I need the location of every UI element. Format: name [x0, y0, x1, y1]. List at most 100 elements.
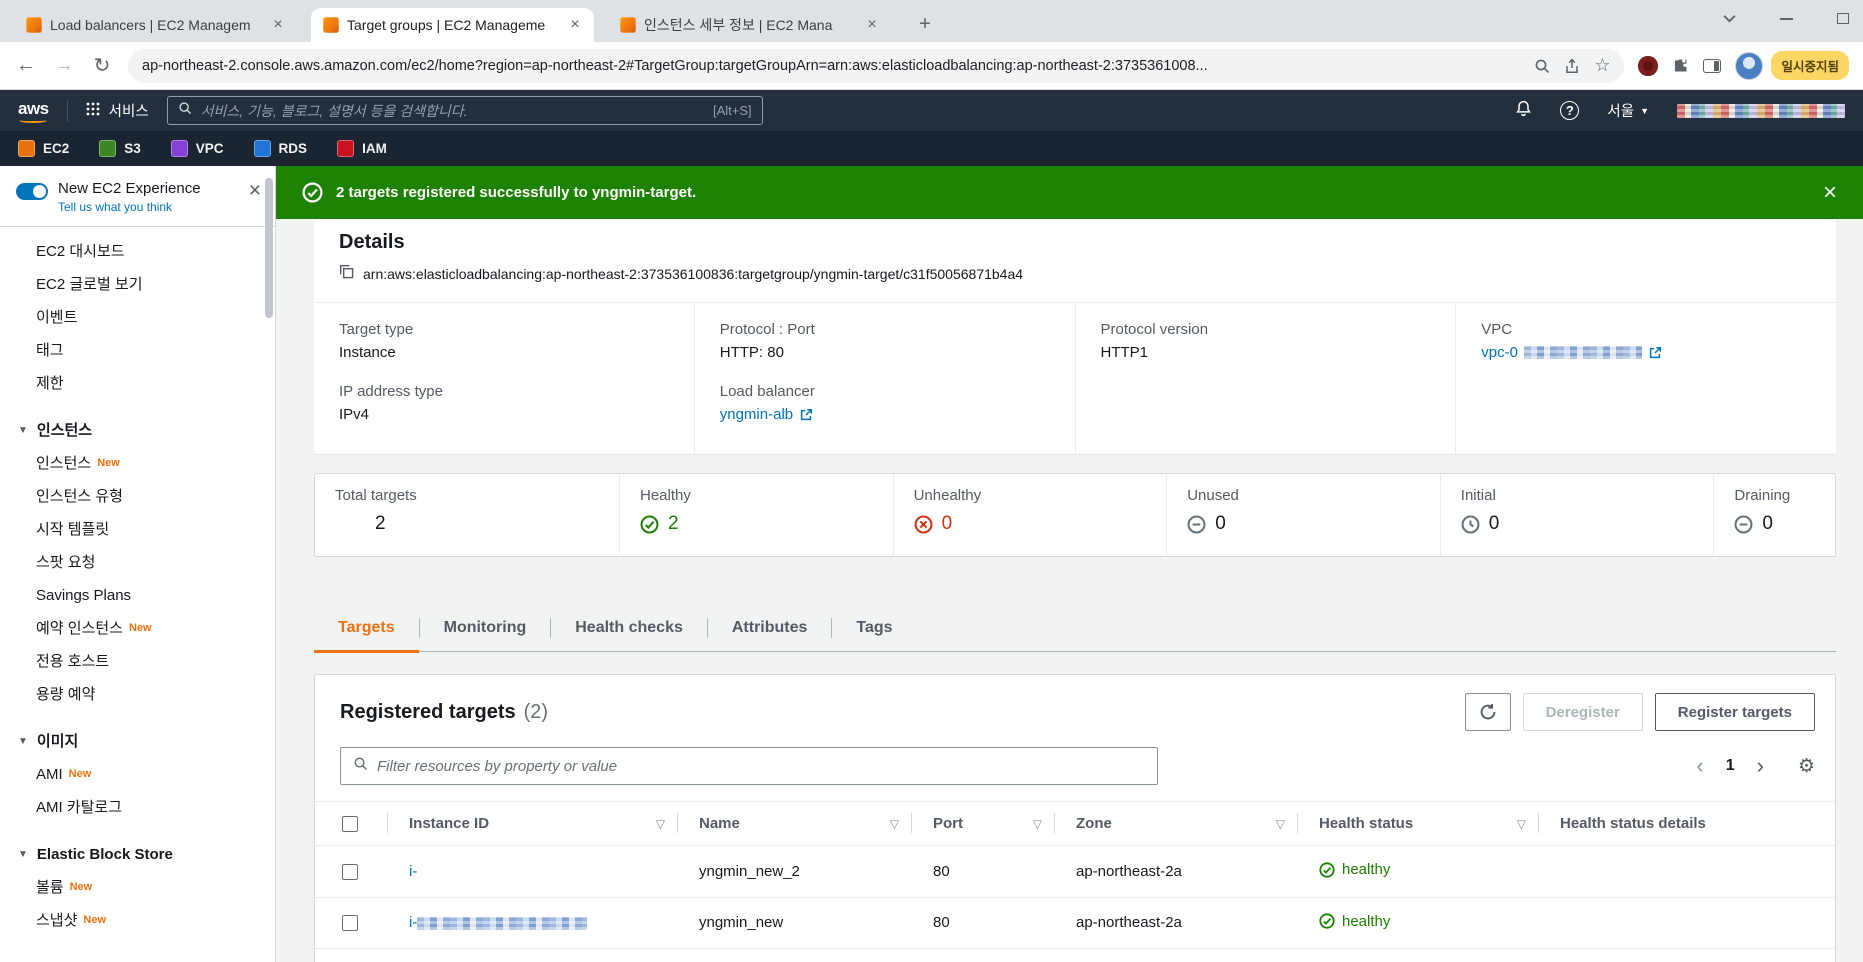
zoom-icon[interactable]: [1534, 58, 1550, 74]
sidebar-item-savings-plans[interactable]: Savings Plans: [0, 579, 275, 612]
table-header-row: Instance ID ▽ Name ▽ Port ▽ Zone ▽ Health st…: [315, 800, 1835, 847]
details-panel: Details arn:aws:elasticloadbalancing:ap-…: [314, 219, 1836, 455]
services-menu[interactable]: 서비스: [86, 100, 149, 121]
col-zone: Zone: [1076, 815, 1112, 833]
tab-close-icon[interactable]: ×: [566, 16, 584, 34]
url-bar[interactable]: ap-northeast-2.console.aws.amazon.com/ec…: [128, 48, 1625, 83]
sidebar-item-ami-catalog[interactable]: AMI 카탈로그: [0, 791, 275, 824]
share-icon[interactable]: [1564, 58, 1580, 74]
new-tab-button[interactable]: +: [911, 10, 939, 38]
sidebar-item-dedicated-hosts[interactable]: 전용 호스트: [0, 645, 275, 678]
sidebar-item-ami[interactable]: AMI New: [0, 758, 275, 791]
profile-avatar[interactable]: [1735, 51, 1764, 80]
tab-health-checks[interactable]: Health checks: [551, 619, 707, 651]
detail-tabs: Targets Monitoring Health checks Attribu…: [314, 597, 1836, 653]
sidebar-item-limits[interactable]: 제한: [0, 367, 275, 400]
filter-input-wrap[interactable]: [340, 747, 1158, 785]
aws-logo[interactable]: aws: [18, 99, 49, 123]
bookmark-star-icon[interactable]: ☆: [1594, 55, 1610, 76]
copy-icon[interactable]: [339, 264, 354, 284]
instance-id-link[interactable]: i-: [409, 914, 588, 931]
reload-button[interactable]: ↻: [90, 53, 114, 78]
sidebar-item-spot-requests[interactable]: 스팟 요청: [0, 546, 275, 579]
sidebar-item-ec2-global-view[interactable]: EC2 글로벌 보기: [0, 268, 275, 301]
tab-tags[interactable]: Tags: [832, 619, 916, 651]
notifications-bell-icon[interactable]: [1515, 100, 1532, 122]
browser-tab-instance-details[interactable]: 인스턴스 세부 정보 | EC2 Mana ×: [608, 8, 891, 42]
sidebar-item-launch-templates[interactable]: 시작 템플릿: [0, 513, 275, 546]
sidebar-item-ec2-dashboard[interactable]: EC2 대시보드: [0, 235, 275, 268]
row-checkbox[interactable]: [342, 915, 358, 932]
window-maximize-button[interactable]: [1837, 13, 1849, 24]
profile-paused-badge[interactable]: 일시중지됨: [1771, 51, 1849, 80]
account-name-redacted[interactable]: [1677, 103, 1845, 118]
sidebar-item-tags[interactable]: 태그: [0, 334, 275, 367]
side-panel-icon[interactable]: [1703, 58, 1722, 73]
tab-search-chevron-icon[interactable]: [1723, 14, 1736, 23]
deregister-button[interactable]: Deregister: [1522, 693, 1643, 731]
sidebar-item-instances[interactable]: 인스턴스 New: [0, 447, 275, 480]
load-balancer-link[interactable]: yngmin-alb: [720, 406, 813, 423]
settings-gear-icon[interactable]: ⚙: [1798, 755, 1815, 778]
sidebar-section-instances[interactable]: ▼ 인스턴스: [0, 414, 275, 447]
instance-id-redacted: [417, 916, 588, 930]
tab-close-icon[interactable]: ×: [863, 16, 881, 34]
favorite-vpc[interactable]: VPC: [170, 140, 224, 157]
sidebar-scrollbar[interactable]: [265, 178, 273, 318]
sidebar-item-volumes[interactable]: 볼륨 New: [0, 871, 275, 904]
sort-filter-icon[interactable]: ▽: [1276, 817, 1285, 831]
new-badge: New: [68, 768, 92, 780]
vpc-link[interactable]: vpc-0: [1481, 344, 1662, 361]
banner-close-icon[interactable]: ×: [1823, 180, 1837, 205]
targets-summary-panel: Total targets 2 Healthy 2 Unhealthy 0 Un…: [314, 473, 1836, 557]
browser-tab-load-balancers[interactable]: Load balancers | EC2 Managem ×: [14, 8, 297, 42]
tab-targets[interactable]: Targets: [314, 619, 419, 653]
sort-filter-icon[interactable]: ▽: [1517, 817, 1526, 831]
browser-address-bar: ← → ↻ ap-northeast-2.console.aws.amazon.…: [0, 42, 1863, 90]
favorite-ec2[interactable]: EC2: [18, 140, 69, 157]
window-minimize-button[interactable]: [1780, 17, 1793, 20]
tab-close-icon[interactable]: ×: [269, 16, 287, 34]
target-port: 80: [911, 897, 1054, 950]
instance-id-link[interactable]: i-: [409, 863, 417, 880]
refresh-button[interactable]: [1464, 693, 1511, 731]
sort-filter-icon[interactable]: ▽: [656, 817, 665, 831]
tab-attributes[interactable]: Attributes: [708, 619, 832, 651]
filter-input[interactable]: [377, 757, 1145, 775]
next-page-icon[interactable]: ›: [1757, 755, 1764, 777]
row-checkbox[interactable]: [342, 863, 358, 880]
sort-filter-icon[interactable]: ▽: [890, 817, 899, 831]
register-targets-button[interactable]: Register targets: [1654, 693, 1815, 731]
forward-button[interactable]: →: [52, 54, 76, 77]
select-all-checkbox[interactable]: [342, 816, 358, 833]
favorite-s3[interactable]: S3: [99, 140, 141, 157]
healthy-check-icon: [1319, 913, 1335, 929]
sidebar-section-ebs[interactable]: ▼ Elastic Block Store: [0, 838, 275, 871]
sort-filter-icon[interactable]: ▽: [1033, 817, 1042, 831]
help-icon[interactable]: ?: [1560, 101, 1580, 120]
favorite-rds[interactable]: RDS: [253, 140, 307, 157]
sidebar-section-images[interactable]: ▼ 이미지: [0, 725, 275, 758]
region-selector[interactable]: 서울 ▼: [1607, 100, 1649, 121]
sidebar-item-events[interactable]: 이벤트: [0, 301, 275, 334]
experience-toggle[interactable]: [16, 183, 48, 200]
col-instance-id: Instance ID: [409, 815, 490, 833]
sidebar-item-snapshots[interactable]: 스냅샷 New: [0, 904, 275, 937]
extensions-puzzle-icon[interactable]: [1672, 57, 1689, 74]
tab-monitoring[interactable]: Monitoring: [420, 619, 551, 651]
console-search-input[interactable]: [200, 102, 704, 119]
prev-page-icon[interactable]: ‹: [1696, 755, 1703, 777]
sidebar-item-instance-types[interactable]: 인스턴스 유형: [0, 480, 275, 513]
browser-tab-target-groups[interactable]: Target groups | EC2 Manageme ×: [311, 8, 594, 42]
sidebar-item-reserved-instances[interactable]: 예약 인스턴스 New: [0, 612, 275, 645]
close-icon[interactable]: ×: [249, 180, 261, 201]
favorite-iam[interactable]: IAM: [337, 140, 387, 157]
sidebar-item-capacity-reservations[interactable]: 용량 예약: [0, 678, 275, 711]
target-zone: ap-northeast-2a: [1054, 845, 1297, 898]
adblock-extension-icon[interactable]: [1638, 55, 1659, 76]
back-button[interactable]: ←: [14, 54, 38, 77]
experience-feedback-link[interactable]: Tell us what you think: [58, 200, 239, 214]
console-search[interactable]: [Alt+S]: [166, 96, 763, 125]
current-page[interactable]: 1: [1726, 757, 1735, 775]
success-check-icon: [302, 182, 323, 203]
